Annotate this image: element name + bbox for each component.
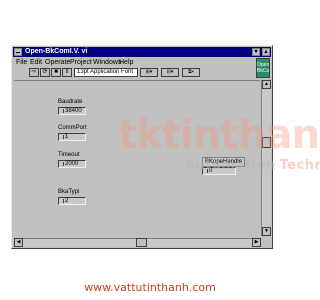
- scroll-down-icon[interactable]: ▼: [262, 227, 271, 236]
- maximize-icon[interactable]: ▴: [262, 48, 270, 56]
- menu-edit[interactable]: Edit: [30, 58, 42, 67]
- title-bar[interactable]: Open-BkComI.V. vi ▾ ▴: [13, 47, 271, 57]
- scroll-left-icon[interactable]: ◀: [14, 238, 23, 247]
- scroll-right-icon[interactable]: ▶: [252, 238, 261, 247]
- vi-window: Open-BkComI.V. vi ▾ ▴ File Edit Operate …: [11, 45, 273, 249]
- reorder-icon[interactable]: ⧉▾: [182, 68, 200, 77]
- horizontal-scroll-thumb[interactable]: [136, 238, 147, 247]
- vertical-scroll-thumb[interactable]: [262, 137, 271, 148]
- watermark-tag-technology: Technology: [279, 158, 320, 173]
- control-label-bkatypi: BkaTypi: [58, 189, 80, 195]
- window-title: Open-BkComI.V. vi: [25, 48, 88, 55]
- control-label-commport: CommPort: [58, 125, 87, 131]
- toolbar: ⇨ ⟳ ■ ‖ 13pt Application Font ⊞▾ ⊟▾ ⧉▾: [13, 67, 271, 79]
- commport-control[interactable]: 1: [58, 133, 86, 141]
- vi-icon: Open BkCo: [256, 58, 270, 78]
- menu-windows[interactable]: Windows: [93, 58, 121, 67]
- font-selector[interactable]: 13pt Application Font: [74, 68, 138, 77]
- menu-bar: File Edit Operate Project Windows Help: [13, 58, 271, 67]
- distribute-objects-icon[interactable]: ⊟▾: [161, 68, 179, 77]
- menu-project[interactable]: Project: [70, 58, 92, 67]
- align-objects-icon[interactable]: ⊞▾: [140, 68, 158, 77]
- menu-operate[interactable]: Operate: [45, 58, 70, 67]
- minimize-icon[interactable]: ▾: [252, 48, 260, 56]
- menu-file[interactable]: File: [16, 58, 27, 67]
- baudrate-control[interactable]: 38400: [58, 107, 86, 115]
- bkatypi-control[interactable]: 2: [58, 197, 86, 205]
- vertical-scrollbar[interactable]: ▲ ▼: [261, 80, 271, 236]
- indicator-label-bkopehandle: BKopeHandle: [202, 157, 246, 167]
- pause-icon[interactable]: ‖: [62, 68, 72, 77]
- timeout-control[interactable]: 2000: [58, 160, 86, 168]
- run-continuous-icon[interactable]: ⟳: [40, 68, 50, 77]
- control-label-baudrate: Baudrate: [58, 99, 83, 105]
- watermark-url: www.vattutinthanh.com: [84, 281, 216, 294]
- system-menu-icon[interactable]: [14, 48, 22, 56]
- scroll-up-icon[interactable]: ▲: [262, 80, 271, 89]
- horizontal-scrollbar[interactable]: ◀ ▶: [14, 238, 261, 247]
- bkopehandle-indicator: 0: [202, 167, 236, 175]
- abort-icon[interactable]: ■: [51, 68, 61, 77]
- control-label-timeout: Timeout: [58, 152, 80, 158]
- menu-help[interactable]: Help: [119, 58, 133, 67]
- front-panel: Baudrate 38400 CommPort 1 Timeout 2000 B…: [14, 80, 260, 237]
- run-arrow-icon[interactable]: ⇨: [29, 68, 39, 77]
